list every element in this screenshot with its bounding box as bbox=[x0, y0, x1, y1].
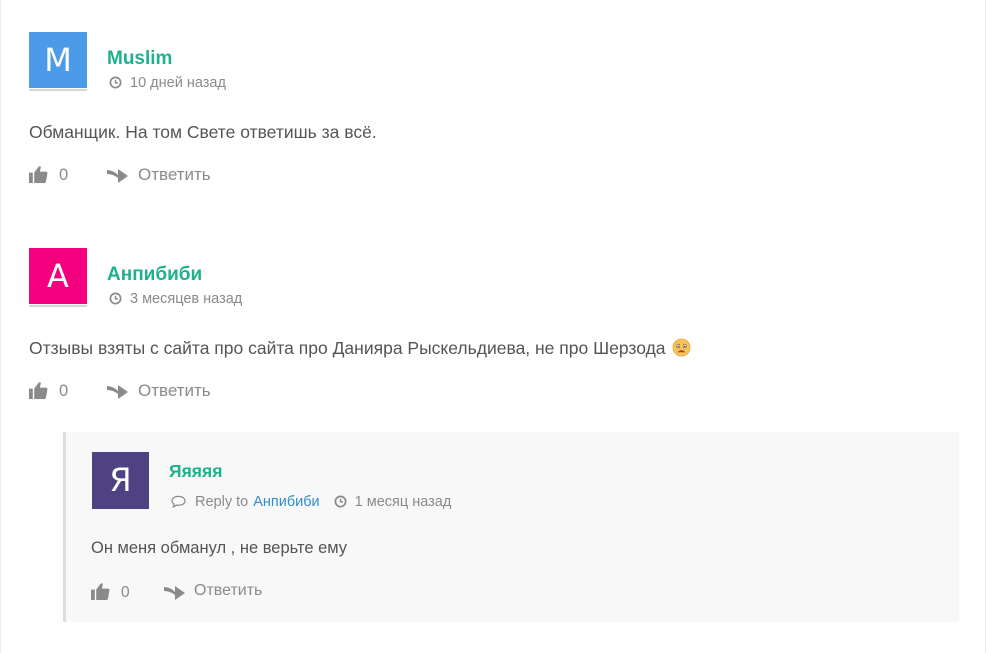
comments-panel: M Muslim 10 дней назад Обманщик. На том … bbox=[0, 0, 986, 653]
comment-text: Отзывы взяты с сайта про сайта про Дания… bbox=[29, 338, 691, 359]
avatar: Я bbox=[92, 452, 149, 509]
comment-author[interactable]: Яяяяя bbox=[169, 461, 222, 482]
comment-meta: Reply to Анпибиби 1 месяц назад bbox=[171, 494, 451, 510]
comment-text: Обманщик. На том Свете ответишь за всё. bbox=[29, 122, 377, 142]
share-arrow-icon[interactable] bbox=[164, 583, 186, 601]
reply-to-label: Reply to bbox=[195, 494, 249, 510]
nested-reply: Я Яяяяя Reply to Анпибиби 1 месяц назад О… bbox=[63, 432, 959, 622]
share-arrow-icon[interactable] bbox=[107, 382, 129, 400]
share-arrow-icon[interactable] bbox=[107, 166, 129, 184]
reply-button[interactable]: Ответить bbox=[194, 582, 262, 600]
comment-bubble-icon bbox=[171, 495, 186, 508]
comment-author[interactable]: Анпибиби bbox=[107, 264, 202, 286]
thumbs-up-icon[interactable] bbox=[29, 381, 48, 400]
like-count: 0 bbox=[121, 584, 130, 601]
comment-text-content: Отзывы взяты с сайта про сайта про Дания… bbox=[29, 338, 666, 358]
frowning-face-emoji bbox=[672, 338, 690, 357]
comment-meta: 3 месяцев назад bbox=[109, 291, 242, 307]
avatar: M bbox=[29, 32, 87, 88]
comment-actions: 0 Ответить bbox=[91, 582, 391, 604]
reply-button[interactable]: Ответить bbox=[138, 165, 211, 185]
like-count: 0 bbox=[59, 166, 69, 184]
comment-time[interactable]: 3 месяцев назад bbox=[130, 291, 242, 307]
comment-text: Он меня обманул , не верьте ему bbox=[91, 539, 348, 557]
reply-to-link[interactable]: Анпибиби bbox=[253, 494, 319, 510]
clock-icon bbox=[109, 292, 122, 305]
avatar-underline bbox=[29, 89, 87, 91]
clock-icon bbox=[109, 76, 122, 89]
thumbs-up-icon[interactable] bbox=[91, 582, 110, 601]
comment-actions: 0 Ответить bbox=[29, 381, 329, 403]
like-count: 0 bbox=[59, 382, 69, 400]
avatar-underline bbox=[29, 305, 87, 307]
reply-button[interactable]: Ответить bbox=[138, 381, 211, 401]
comment-time[interactable]: 1 месяц назад bbox=[355, 494, 452, 510]
comment-author[interactable]: Muslim bbox=[107, 48, 172, 70]
comment-time[interactable]: 10 дней назад bbox=[130, 75, 226, 91]
avatar: А bbox=[29, 248, 87, 304]
comment-actions: 0 Ответить bbox=[29, 165, 329, 187]
comment-meta: 10 дней назад bbox=[109, 75, 226, 91]
thumbs-up-icon[interactable] bbox=[29, 165, 48, 184]
clock-icon bbox=[334, 495, 347, 508]
